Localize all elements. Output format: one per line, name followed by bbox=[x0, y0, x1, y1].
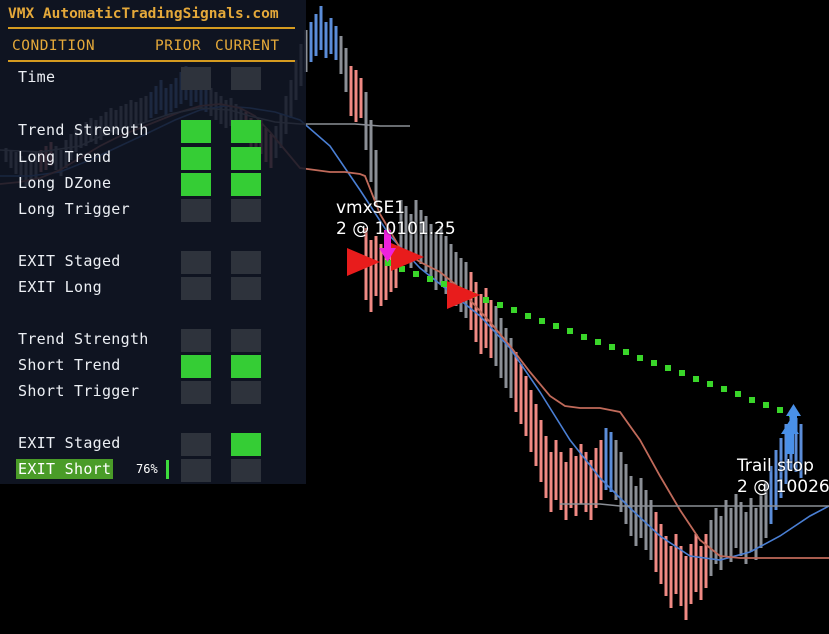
condition-row[interactable]: Trend Strength bbox=[0, 328, 306, 352]
condition-row[interactable]: Long DZone bbox=[0, 172, 306, 196]
status-cell-current bbox=[231, 459, 261, 482]
status-cell-prior bbox=[181, 67, 211, 90]
status-cell-current bbox=[231, 329, 261, 352]
status-cell-prior bbox=[181, 120, 211, 143]
condition-row[interactable]: Time bbox=[0, 66, 306, 90]
status-cell-current bbox=[231, 355, 261, 378]
condition-row[interactable]: EXIT Short 76% bbox=[0, 458, 306, 482]
status-cell-current bbox=[231, 67, 261, 90]
condition-label: Time bbox=[18, 68, 56, 86]
condition-label: Trend Strength bbox=[18, 330, 149, 348]
status-cell-prior bbox=[181, 147, 211, 170]
status-cell-prior bbox=[181, 381, 211, 404]
status-cell-current bbox=[231, 433, 261, 456]
title-divider bbox=[8, 27, 295, 29]
condition-row[interactable]: EXIT Staged bbox=[0, 432, 306, 456]
condition-row[interactable]: Short Trigger bbox=[0, 380, 306, 404]
condition-label: Short Trigger bbox=[18, 382, 140, 400]
condition-label: EXIT Staged bbox=[18, 252, 121, 270]
condition-label: Long Trigger bbox=[18, 200, 130, 218]
short-entry-price: 2 @ 10101.25 bbox=[336, 219, 456, 239]
status-cell-prior bbox=[181, 277, 211, 300]
status-cell-current bbox=[231, 120, 261, 143]
condition-label: EXIT Long bbox=[18, 278, 102, 296]
status-cell-current bbox=[231, 199, 261, 222]
status-cell-prior bbox=[181, 459, 211, 482]
condition-row[interactable]: Short Trend bbox=[0, 354, 306, 378]
signal-status-panel[interactable]: VMX AutomaticTradingSignals.com CONDITIO… bbox=[0, 0, 306, 484]
column-header-condition: CONDITION bbox=[12, 38, 96, 54]
status-cell-prior bbox=[181, 173, 211, 196]
text-cursor bbox=[166, 460, 169, 479]
condition-row[interactable]: Long Trend bbox=[0, 146, 306, 170]
short-entry-annotation: vmxSE1 2 @ 10101.25 bbox=[336, 198, 456, 240]
condition-label: EXIT Short bbox=[16, 459, 114, 479]
status-cell-prior bbox=[181, 251, 211, 274]
condition-label: EXIT Staged bbox=[18, 434, 121, 452]
trail-stop-name: Trail stop bbox=[737, 456, 814, 476]
condition-row[interactable]: EXIT Staged bbox=[0, 250, 306, 274]
trail-stop-price: 2 @ 10026.5 bbox=[737, 477, 829, 497]
status-cell-current bbox=[231, 381, 261, 404]
condition-label: Long DZone bbox=[18, 174, 112, 192]
status-cell-current bbox=[231, 251, 261, 274]
status-cell-prior bbox=[181, 433, 211, 456]
status-cell-prior bbox=[181, 329, 211, 352]
column-header-current: CURRENT bbox=[215, 38, 280, 54]
panel-title: VMX AutomaticTradingSignals.com bbox=[8, 6, 279, 22]
status-cell-current bbox=[231, 173, 261, 196]
status-cell-current bbox=[231, 277, 261, 300]
status-cell-prior bbox=[181, 355, 211, 378]
status-cell-current bbox=[231, 147, 261, 170]
completion-percent: 76% bbox=[136, 462, 158, 476]
condition-row[interactable]: Trend Strength bbox=[0, 119, 306, 143]
column-header-prior: PRIOR bbox=[155, 38, 202, 54]
condition-label: Long Trend bbox=[18, 148, 112, 166]
trail-stop-annotation: Trail stop 2 @ 10026.5 bbox=[737, 456, 829, 498]
header-divider bbox=[8, 60, 295, 62]
condition-label: Trend Strength bbox=[18, 121, 149, 139]
trading-platform-screen: vmxSE1 2 @ 10101.25 Trail stop 2 @ 10026… bbox=[0, 0, 829, 634]
condition-row[interactable]: EXIT Long bbox=[0, 276, 306, 300]
condition-label: Short Trend bbox=[18, 356, 121, 374]
short-entry-name: vmxSE1 bbox=[336, 198, 406, 218]
status-cell-prior bbox=[181, 199, 211, 222]
condition-row[interactable]: Long Trigger bbox=[0, 198, 306, 222]
